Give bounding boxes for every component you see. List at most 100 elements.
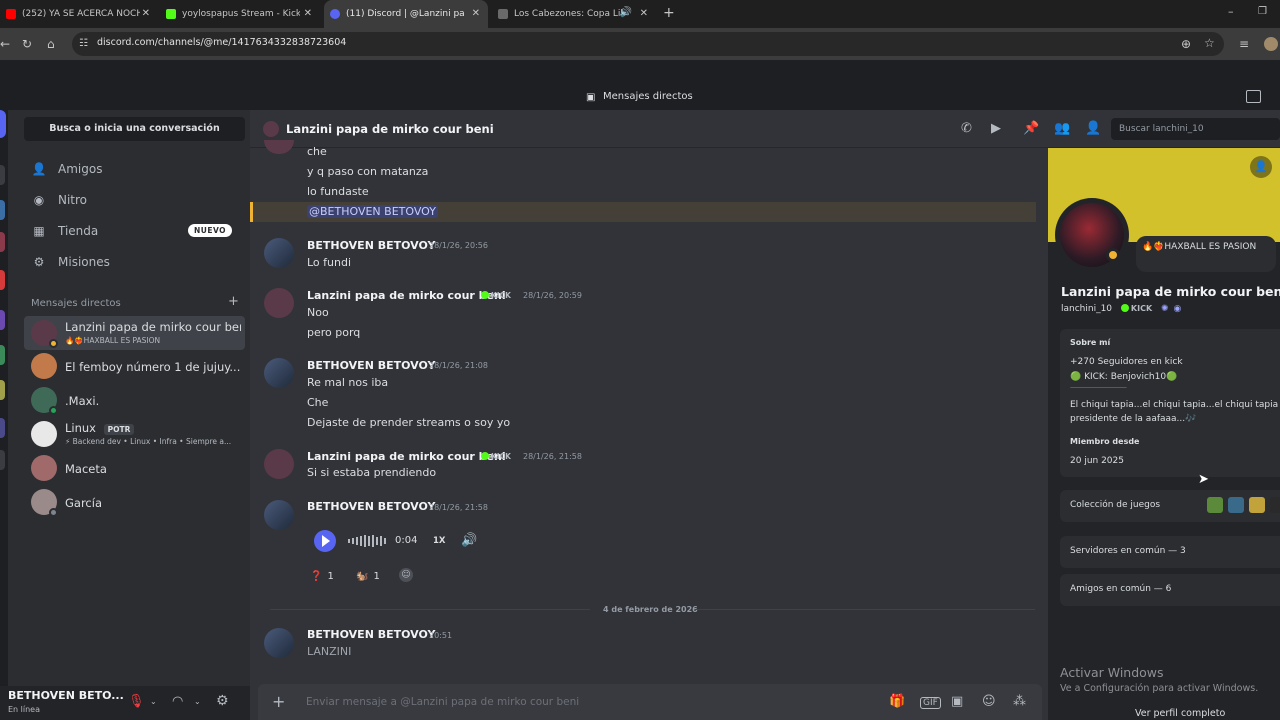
- message-author[interactable]: BETHOVEN BETOVOY: [307, 239, 435, 252]
- site-info-icon[interactable]: ☷: [79, 38, 88, 49]
- create-dm-button[interactable]: +: [228, 294, 239, 309]
- nitro-icon: ◉: [33, 193, 45, 207]
- upload-plus-icon[interactable]: +: [272, 692, 285, 711]
- avatar[interactable]: [264, 449, 294, 479]
- avatar[interactable]: [264, 288, 294, 318]
- reaction-squirrel[interactable]: 🐿️ 1: [356, 566, 380, 586]
- search-input[interactable]: Buscar lanchini_10: [1111, 118, 1280, 140]
- current-user-status: En línea: [8, 705, 41, 714]
- add-friends-to-dm-icon[interactable]: 👥: [1054, 121, 1070, 136]
- dm-item-garcia[interactable]: García: [24, 485, 245, 519]
- message-author[interactable]: BETHOVEN BETOVOY: [307, 500, 435, 513]
- add-reaction-icon[interactable]: ☺: [399, 568, 413, 582]
- headphones-icon[interactable]: ◠: [172, 694, 183, 709]
- apps-icon[interactable]: ⁂: [1013, 694, 1026, 709]
- gif-icon[interactable]: GIF: [920, 697, 941, 709]
- dm-name: Lanzini papa de mirko cour ben...: [65, 320, 241, 334]
- server-rail: [0, 110, 8, 686]
- game-icon[interactable]: [1270, 497, 1280, 513]
- message-text: Dejaste de prender streams o soy yo: [307, 416, 511, 429]
- game-icon[interactable]: [1207, 497, 1223, 513]
- browser-tab-youtube[interactable]: (252) YA SE ACERCA NOCHEBU ✕: [0, 0, 158, 28]
- close-tab-icon[interactable]: ✕: [640, 8, 648, 19]
- browser-tab-kick[interactable]: yoylospapus Stream - Kick Das ✕: [160, 0, 320, 28]
- server-icon[interactable]: [0, 200, 5, 220]
- audio-playing-icon[interactable]: 🔊: [620, 7, 632, 18]
- gift-icon[interactable]: 🎁: [889, 694, 905, 709]
- nav-nitro[interactable]: ◉ Nitro: [24, 186, 244, 214]
- date-divider-line: [270, 609, 590, 610]
- server-icon[interactable]: [0, 310, 5, 330]
- new-tab-button[interactable]: +: [663, 5, 675, 21]
- settings-gear-icon[interactable]: ⚙: [216, 693, 229, 709]
- home-server-indicator[interactable]: [0, 110, 6, 138]
- server-icon[interactable]: [0, 345, 5, 365]
- message-author[interactable]: BETHOVEN BETOVOY: [307, 359, 435, 372]
- server-icon[interactable]: [0, 165, 5, 185]
- server-icon[interactable]: [0, 380, 5, 400]
- find-conversation-button[interactable]: Busca o inicia una conversación: [24, 117, 245, 141]
- nav-friends[interactable]: 👤 Amigos: [24, 155, 244, 183]
- minimize-icon[interactable]: –: [1228, 5, 1234, 18]
- nav-shop[interactable]: ▦ Tienda NUEVO: [24, 217, 244, 245]
- message-input[interactable]: [306, 694, 866, 710]
- voice-call-icon[interactable]: ✆: [961, 121, 972, 136]
- browser-profile-avatar[interactable]: [1264, 37, 1278, 51]
- dm-item-maceta[interactable]: Maceta: [24, 451, 245, 485]
- message-author[interactable]: Lanzini papa de mirko cour beni: [307, 289, 506, 302]
- server-boost-badge-icon[interactable]: ◉: [1173, 304, 1181, 314]
- cast-icon[interactable]: ≡: [1239, 37, 1249, 51]
- emoji-icon[interactable]: ☺: [982, 694, 996, 709]
- game-icon[interactable]: [1228, 497, 1244, 513]
- browser-tab-discord[interactable]: (11) Discord | @Lanzini papa de ✕: [324, 0, 488, 28]
- game-icon[interactable]: [1249, 497, 1265, 513]
- sticker-icon[interactable]: ▣: [951, 694, 963, 709]
- avatar[interactable]: [264, 500, 294, 530]
- add-friend-icon[interactable]: 👤: [1250, 156, 1272, 178]
- message-author[interactable]: BETHOVEN BETOVOY: [307, 628, 435, 641]
- playback-speed-button[interactable]: 1X: [433, 536, 445, 546]
- avatar[interactable]: [264, 238, 294, 268]
- close-tab-icon[interactable]: ✕: [142, 8, 150, 19]
- dm-item-maxi[interactable]: .Maxi.: [24, 383, 245, 417]
- view-full-profile-link[interactable]: Ver perfil completo: [1135, 708, 1225, 719]
- dm-item-linux[interactable]: Linux POTR ⚡ Backend dev • Linux • Infra…: [24, 417, 245, 451]
- restore-icon[interactable]: ❐: [1258, 6, 1267, 17]
- close-tab-icon[interactable]: ✕: [304, 8, 312, 19]
- back-icon[interactable]: ←: [0, 37, 10, 51]
- dm-item-lanzini[interactable]: Lanzini papa de mirko cour ben... 🔥❤️‍🔥H…: [24, 316, 245, 350]
- home-icon[interactable]: ⌂: [47, 37, 55, 51]
- nav-label: Amigos: [58, 162, 103, 176]
- message-author[interactable]: Lanzini papa de mirko cour beni: [307, 450, 506, 463]
- url-text[interactable]: discord.com/channels/@me/141763433283872…: [97, 37, 346, 48]
- user-profile-toggle-icon[interactable]: 👤: [1085, 121, 1101, 136]
- avatar[interactable]: [264, 358, 294, 388]
- custom-status-bubble: 🔥❤️‍🔥HAXBALL ES PASION: [1136, 236, 1276, 272]
- dm-item-femboy[interactable]: El femboy número 1 de jujuy...: [24, 349, 245, 383]
- server-icon[interactable]: [0, 450, 5, 470]
- nav-quests[interactable]: ⚙ Misiones: [24, 248, 244, 276]
- browser-tab-cabezones[interactable]: Los Cabezones: Copa Liber 🔊 ✕: [492, 0, 656, 28]
- video-call-icon[interactable]: ▶: [991, 121, 1001, 136]
- profile-handle: lanchini_10 KICK ✺ ◉: [1061, 304, 1181, 314]
- current-user-name[interactable]: BETHOVEN BETO...: [8, 689, 124, 702]
- nav-label: Nitro: [58, 193, 88, 207]
- inbox-icon[interactable]: [1246, 90, 1261, 103]
- chevron-down-icon[interactable]: ⌄: [150, 697, 157, 706]
- pinned-messages-icon[interactable]: 📌: [1023, 121, 1039, 136]
- chevron-down-icon[interactable]: ⌄: [194, 697, 201, 706]
- zoom-icon[interactable]: ⊕: [1181, 37, 1191, 51]
- avatar[interactable]: [264, 628, 294, 658]
- reaction-question[interactable]: ❓ 1: [310, 566, 334, 586]
- volume-icon[interactable]: 🔊: [461, 533, 477, 548]
- server-icon[interactable]: [0, 232, 5, 252]
- bookmark-star-icon[interactable]: ☆: [1204, 36, 1215, 50]
- mic-muted-icon[interactable]: 🎙: [128, 694, 145, 709]
- message-timestamp: 20:51: [429, 631, 453, 640]
- server-icon[interactable]: [0, 270, 5, 290]
- server-icon[interactable]: [0, 418, 5, 438]
- close-tab-icon[interactable]: ✕: [472, 8, 480, 19]
- user-mention[interactable]: @BETHOVEN BETOVOY: [307, 205, 438, 218]
- reload-icon[interactable]: ↻: [22, 37, 32, 51]
- nitro-badge-icon[interactable]: ✺: [1161, 304, 1169, 314]
